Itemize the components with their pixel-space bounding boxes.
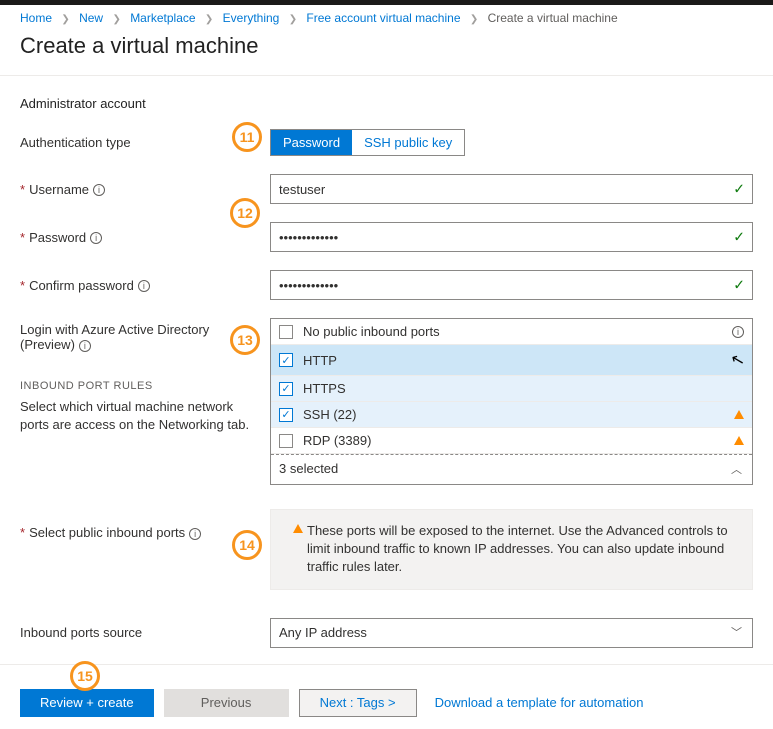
ports-summary[interactable]: 3 selected ︿: [271, 454, 752, 484]
next-tags-button[interactable]: Next : Tags >: [299, 689, 417, 717]
callout-badge-13: 13: [230, 325, 260, 355]
chevron-right-icon: ❯: [289, 14, 297, 25]
required-mark: *: [20, 182, 25, 197]
checkbox-checked-icon: ✓: [279, 408, 293, 422]
inbound-ports-dropdown[interactable]: No public inbound ports i ✓ HTTP ↖ ✓ HTT…: [270, 318, 753, 485]
port-https-label: HTTPS: [303, 381, 744, 396]
chevron-down-icon: ﹀: [731, 619, 742, 647]
port-option-ssh[interactable]: ✓ SSH (22): [271, 402, 752, 428]
auth-password-option[interactable]: Password: [271, 130, 352, 155]
ports-warning-box: These ports will be exposed to the inter…: [270, 509, 753, 590]
checkbox-checked-icon: ✓: [279, 353, 293, 367]
info-icon[interactable]: i: [189, 528, 201, 540]
port-none-label: No public inbound ports: [303, 324, 728, 339]
chevron-right-icon: ❯: [112, 14, 120, 25]
checkbox-checked-icon: ✓: [279, 382, 293, 396]
breadcrumb-home[interactable]: Home: [20, 11, 52, 25]
chevron-right-icon: ❯: [205, 14, 213, 25]
checkbox-icon: [279, 325, 293, 339]
check-icon: ✓: [733, 277, 745, 294]
select-ports-label: Select public inbound ports: [29, 525, 185, 540]
inbound-rules-desc: Select which virtual machine network por…: [20, 398, 260, 434]
breadcrumb-marketplace[interactable]: Marketplace: [130, 11, 195, 25]
section-heading: Administrator account: [20, 96, 753, 111]
warning-icon: [734, 410, 744, 419]
auth-ssh-option[interactable]: SSH public key: [352, 130, 464, 155]
ports-source-select[interactable]: Any IP address ﹀: [270, 618, 753, 648]
callout-badge-11: 11: [232, 122, 262, 152]
port-option-rdp[interactable]: RDP (3389): [271, 428, 752, 454]
ports-warning-text: These ports will be exposed to the inter…: [307, 522, 740, 577]
download-template-link[interactable]: Download a template for automation: [435, 695, 644, 710]
check-icon: ✓: [733, 181, 745, 198]
callout-badge-15: 15: [70, 661, 100, 691]
info-icon[interactable]: i: [90, 232, 102, 244]
info-icon[interactable]: i: [93, 184, 105, 196]
ports-source-label: Inbound ports source: [20, 625, 270, 640]
callout-badge-12: 12: [230, 198, 260, 228]
footer-bar: 15 Review + create Previous Next : Tags …: [0, 664, 773, 729]
info-icon[interactable]: i: [732, 326, 744, 338]
port-http-label: HTTP: [303, 353, 671, 368]
port-option-none[interactable]: No public inbound ports i: [271, 319, 752, 345]
username-label: Username: [29, 182, 89, 197]
page-title: Create a virtual machine: [0, 29, 773, 76]
breadcrumb-everything[interactable]: Everything: [223, 11, 280, 25]
port-rdp-label: RDP (3389): [303, 433, 728, 448]
breadcrumb-current: Create a virtual machine: [488, 11, 618, 25]
password-input[interactable]: [270, 222, 753, 252]
confirm-password-input[interactable]: [270, 270, 753, 300]
auth-type-segmented[interactable]: Password SSH public key: [270, 129, 465, 156]
ports-source-value: Any IP address: [279, 625, 367, 640]
ports-summary-text: 3 selected: [279, 461, 338, 476]
breadcrumb: Home ❯ New ❯ Marketplace ❯ Everything ❯ …: [0, 5, 773, 29]
confirm-password-label: Confirm password: [29, 278, 134, 293]
required-mark: *: [20, 278, 25, 293]
info-icon[interactable]: i: [138, 280, 150, 292]
warning-icon: [293, 524, 303, 533]
info-icon[interactable]: i: [79, 340, 91, 352]
inbound-rules-title: INBOUND PORT RULES: [20, 380, 260, 392]
previous-button[interactable]: Previous: [164, 689, 289, 717]
breadcrumb-new[interactable]: New: [79, 11, 103, 25]
required-mark: *: [20, 230, 25, 245]
port-option-https[interactable]: ✓ HTTPS: [271, 376, 752, 402]
chevron-right-icon: ❯: [470, 14, 478, 25]
review-create-button[interactable]: Review + create: [20, 689, 154, 717]
cursor-icon: ↖: [728, 349, 746, 372]
callout-badge-14: 14: [232, 530, 262, 560]
breadcrumb-free-vm[interactable]: Free account virtual machine: [306, 11, 460, 25]
username-input[interactable]: [270, 174, 753, 204]
port-ssh-label: SSH (22): [303, 407, 728, 422]
port-option-http[interactable]: ✓ HTTP ↖: [271, 345, 752, 376]
check-icon: ✓: [733, 229, 745, 246]
required-mark: *: [20, 525, 25, 540]
warning-icon: [734, 436, 744, 445]
checkbox-icon: [279, 434, 293, 448]
chevron-up-icon: ︿: [731, 456, 742, 484]
login-aad-label: Login with Azure Active Directory (Previ…: [20, 322, 209, 352]
password-label: Password: [29, 230, 86, 245]
chevron-right-icon: ❯: [61, 14, 69, 25]
